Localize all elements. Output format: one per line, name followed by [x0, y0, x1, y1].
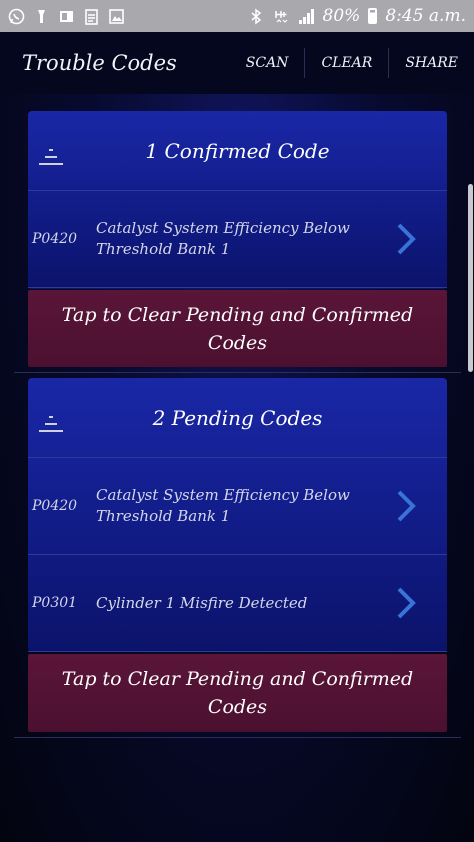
app-bar-actions: SCAN CLEAR SHARE — [230, 32, 474, 94]
page-title: Trouble Codes — [22, 51, 177, 75]
scan-button[interactable]: SCAN — [230, 48, 305, 78]
signal-icon — [298, 8, 315, 25]
code-row[interactable]: P0301 Cylinder 1 Misfire Detected — [28, 555, 447, 652]
battery-icon — [368, 8, 378, 24]
chevron-right-icon — [397, 587, 416, 619]
app-bar: Trouble Codes SCAN CLEAR SHARE — [0, 32, 474, 94]
divider — [14, 372, 461, 373]
office-icon — [58, 8, 75, 25]
expand-stack-icon — [39, 416, 63, 432]
confirmed-codes-card: 1 Confirmed Code P0420 Catalyst System E… — [28, 111, 447, 289]
chevron-right-icon — [397, 223, 416, 255]
battery-percent: 80% — [322, 6, 361, 26]
clipboard-icon — [83, 8, 100, 25]
clock: 8:45 a.m. — [385, 6, 466, 26]
confirmed-codes-header[interactable]: 1 Confirmed Code — [28, 111, 447, 191]
image-icon — [108, 8, 125, 25]
flashlight-icon — [33, 8, 50, 25]
confirmed-codes-title: 1 Confirmed Code — [145, 138, 330, 163]
code-row[interactable]: P0420 Catalyst System Efficiency Below T… — [28, 191, 447, 288]
whatsapp-icon — [8, 8, 25, 25]
bluetooth-icon — [248, 8, 265, 25]
status-bar: 80% 8:45 a.m. — [0, 0, 474, 32]
divider — [14, 737, 461, 738]
chevron-right-icon — [397, 490, 416, 522]
share-button[interactable]: SHARE — [388, 48, 474, 78]
pending-codes-header[interactable]: 2 Pending Codes — [28, 378, 447, 458]
clear-codes-button[interactable]: Tap to Clear Pending and Confirmed Codes — [28, 290, 447, 367]
hplus-icon — [273, 8, 290, 25]
code-id: P0420 — [32, 498, 78, 514]
pending-codes-card: 2 Pending Codes P0420 Catalyst System Ef… — [28, 378, 447, 652]
code-id: P0420 — [32, 231, 78, 247]
code-row[interactable]: P0420 Catalyst System Efficiency Below T… — [28, 458, 447, 555]
pending-codes-title: 2 Pending Codes — [152, 405, 323, 430]
expand-stack-icon — [39, 149, 63, 165]
clear-button[interactable]: CLEAR — [304, 48, 388, 78]
code-id: P0301 — [32, 595, 78, 611]
clear-codes-button[interactable]: Tap to Clear Pending and Confirmed Codes — [28, 654, 447, 732]
scrollbar[interactable] — [468, 184, 473, 372]
